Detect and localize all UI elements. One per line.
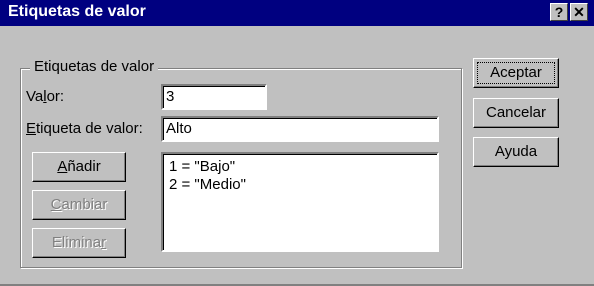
value-label-input[interactable]: Alto <box>161 116 439 142</box>
close-icon[interactable]: ✕ <box>570 3 588 21</box>
add-button[interactable]: Añadir <box>32 152 126 182</box>
list-item[interactable]: 2 = "Medio" <box>169 176 431 194</box>
value-labels-dialog: Etiquetas de valor ? ✕ Etiquetas de valo… <box>0 0 594 286</box>
remove-button[interactable]: Eliminar <box>32 228 126 258</box>
value-label-text-label: Etiqueta de valor: <box>26 120 143 137</box>
change-button[interactable]: Cambiar <box>32 190 126 220</box>
dialog-title: Etiquetas de valor <box>8 3 146 20</box>
cancel-button[interactable]: Cancelar <box>473 98 559 128</box>
value-input[interactable]: 3 <box>161 84 267 110</box>
group-legend: Etiquetas de valor <box>30 58 159 75</box>
title-bar: Etiquetas de valor ? ✕ <box>0 0 594 26</box>
value-label: Valor: <box>26 88 65 105</box>
list-item[interactable]: 1 = "Bajo" <box>169 158 431 176</box>
help-button[interactable]: Ayuda <box>473 137 559 167</box>
accept-button[interactable]: Aceptar <box>473 58 559 88</box>
help-icon[interactable]: ? <box>550 3 568 21</box>
value-labels-list[interactable]: 1 = "Bajo" 2 = "Medio" <box>161 152 439 252</box>
